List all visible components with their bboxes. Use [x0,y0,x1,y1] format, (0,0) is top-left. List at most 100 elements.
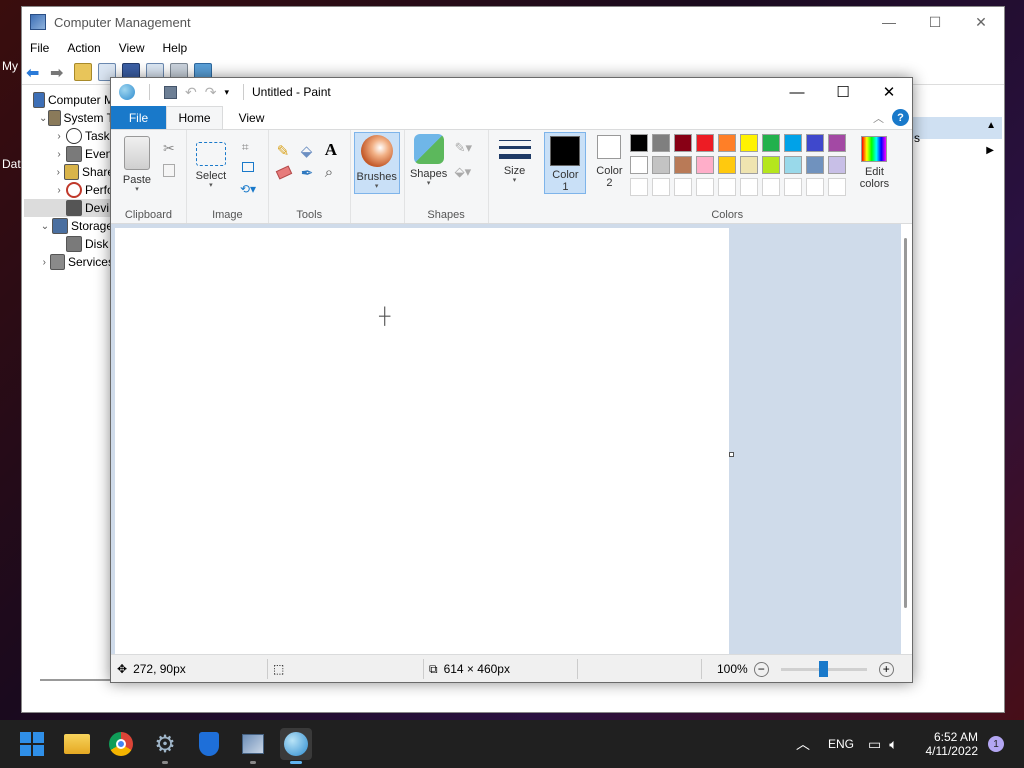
palette-swatch[interactable] [652,178,671,196]
cm-maximize-button[interactable]: ☐ [912,7,958,37]
back-icon[interactable]: ⬅ [26,63,44,82]
color2-button[interactable]: Color 2 [590,135,628,189]
rotate-icon[interactable]: ⟲▾ [240,182,256,196]
palette-swatch[interactable] [696,178,715,196]
palette-swatch[interactable] [806,178,825,196]
palette-swatch[interactable] [696,156,715,174]
tree-expander-icon[interactable]: › [52,149,66,160]
size-button[interactable]: Size ▾ [495,136,535,185]
select-button[interactable]: Select ▾ [193,136,229,190]
tree-expander-icon[interactable]: › [52,131,66,142]
tree-expander-icon[interactable]: › [52,167,64,178]
brushes-dropdown-icon[interactable]: ▾ [355,183,399,191]
palette-swatch[interactable] [806,156,825,174]
palette-swatch[interactable] [674,178,693,196]
shape-fill-icon[interactable]: ⬙▾ [455,164,472,180]
drawing-canvas[interactable]: ┼ [115,228,729,654]
up-folder-icon[interactable] [74,62,92,81]
crop-icon[interactable]: ⌗ [242,140,249,155]
palette-swatch[interactable] [652,156,671,174]
magnifier-icon[interactable]: ⌕ [325,164,333,181]
cm-menu-action[interactable]: Action [67,41,100,55]
text-icon[interactable]: A [325,140,337,160]
language-indicator[interactable]: ENG [828,737,854,751]
palette-swatch[interactable] [784,134,803,152]
zoom-slider-thumb[interactable] [818,660,828,677]
palette-swatch[interactable] [740,156,759,174]
canvas-resize-handle[interactable] [729,452,734,457]
eraser-icon[interactable] [275,165,293,180]
color1-button[interactable]: Color 1 [544,132,587,194]
palette-swatch[interactable] [718,156,737,174]
palette-swatch[interactable] [630,178,649,196]
taskbar-computer-management[interactable] [237,728,269,764]
redo-icon[interactable]: ↷ [205,84,217,101]
paint-vertical-scrollbar[interactable] [904,238,907,608]
palette-swatch[interactable] [762,178,781,196]
paint-minimize-button[interactable]: — [774,78,820,106]
notification-badge[interactable]: 1 [988,736,1004,752]
paint-window[interactable]: ↶ ↷ ▾ Untitled - Paint — ☐ ✕ File Home V… [110,77,913,683]
paint-close-button[interactable]: ✕ [866,78,912,106]
show-hidden-icons-button[interactable]: ︿ [796,734,810,754]
palette-swatch[interactable] [630,134,649,152]
paint-titlebar[interactable]: ↶ ↷ ▾ Untitled - Paint — ☐ ✕ [111,78,912,106]
tree-item[interactable]: Computer M [24,91,114,109]
palette-swatch[interactable] [630,156,649,174]
palette-swatch[interactable] [718,178,737,196]
tree-item[interactable]: ⌄ Storage [24,217,114,235]
cm-right-pane-header[interactable]: s ▲ ▶ [912,117,1002,156]
canvas-workarea[interactable]: ┼ [111,224,901,654]
palette-swatch[interactable] [674,156,693,174]
tree-expander-icon[interactable]: › [52,185,66,196]
palette-swatch[interactable] [784,156,803,174]
cm-titlebar[interactable]: Computer Management — ☐ ✕ [22,7,1004,37]
brushes-button[interactable]: Brushes ▾ [353,132,400,194]
taskbar-security[interactable] [193,728,225,760]
tree-expander-icon[interactable]: ⌄ [38,113,48,124]
volume-icon[interactable]: 🔈︎ [889,736,897,753]
taskbar-chrome[interactable] [105,728,137,760]
pencil-icon[interactable]: ✎ [277,142,290,160]
copy-icon[interactable] [163,164,175,177]
tree-item[interactable]: › Even [24,145,114,163]
fill-icon[interactable]: ⬙ [301,142,313,160]
palette-swatch[interactable] [762,134,781,152]
tree-item[interactable]: Disk [24,235,114,253]
tree-item[interactable]: › Task [24,127,114,145]
paint-maximize-button[interactable]: ☐ [820,78,866,106]
cm-menu-view[interactable]: View [119,41,145,55]
paste-button[interactable]: Paste ▾ [117,136,157,194]
palette-swatch[interactable] [828,156,847,174]
zoom-in-button[interactable]: + [878,661,894,677]
edit-colors-button[interactable]: Edit colors [852,136,896,190]
cm-minimize-button[interactable]: — [866,7,912,37]
palette-swatch[interactable] [784,178,803,196]
resize-icon[interactable] [241,162,254,172]
color-picker-icon[interactable]: ✒ [301,164,314,182]
help-icon[interactable]: ? [892,109,909,126]
select-dropdown-icon[interactable]: ▾ [193,182,229,190]
forward-icon[interactable]: ➡ [50,63,68,82]
network-icon[interactable]: ▭ [868,736,881,753]
palette-swatch[interactable] [806,134,825,152]
shapes-dropdown-icon[interactable]: ▾ [409,180,449,188]
tree-item[interactable]: ⌄ System T [24,109,114,127]
cm-menu-help[interactable]: Help [163,41,188,55]
palette-swatch[interactable] [718,134,737,152]
palette-swatch[interactable] [740,178,759,196]
tree-expander-icon[interactable]: › [38,257,50,268]
palette-swatch[interactable] [740,134,759,152]
palette-swatch[interactable] [674,134,693,152]
tab-view[interactable]: View [223,106,280,129]
cm-horizontal-scrollbar[interactable] [40,679,110,681]
tree-item[interactable]: › Perfo [24,181,114,199]
taskbar-file-explorer[interactable] [61,728,93,760]
collapse-ribbon-icon[interactable]: ︿ [873,110,884,126]
outline-icon[interactable]: ✎▾ [455,140,472,156]
palette-swatch[interactable] [828,178,847,196]
palette-swatch[interactable] [696,134,715,152]
cm-menu-file[interactable]: File [30,41,49,55]
palette-swatch[interactable] [652,134,671,152]
tab-file[interactable]: File [111,106,166,129]
